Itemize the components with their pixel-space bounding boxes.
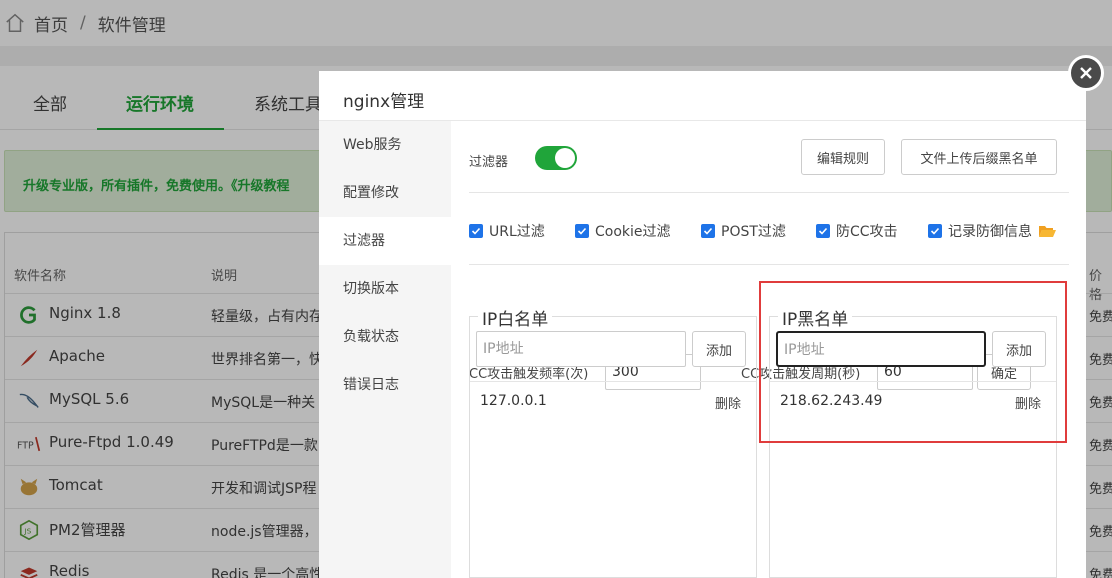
nav-load-status[interactable]: 负载状态	[319, 313, 451, 361]
checkbox-anti-cc[interactable]: 防CC攻击	[816, 221, 898, 241]
checkbox-label: Cookie过滤	[595, 224, 671, 240]
checkbox-post-filter[interactable]: POST过滤	[701, 221, 786, 241]
checkbox-label: 记录防御信息	[948, 224, 1032, 240]
whitelist-ip-entry: 127.0.0.1	[480, 393, 547, 409]
ip-whitelist-group: IP白名单 IP地址 添加 127.0.0.1 删除	[469, 305, 757, 578]
filter-options-row: URL过滤 Cookie过滤 POST过滤 防CC攻击 记录防御信息	[469, 193, 1069, 265]
checkbox-label: 防CC攻击	[836, 224, 898, 240]
dialog-sidebar: Web服务 配置修改 过滤器 切换版本 负载状态 错误日志	[319, 121, 451, 578]
nginx-manage-dialog: nginx管理 Web服务 配置修改 过滤器 切换版本 负载状态 错误日志 过滤…	[319, 71, 1086, 578]
checkbox-url-filter[interactable]: URL过滤	[469, 221, 545, 241]
dialog-title: nginx管理	[343, 92, 425, 112]
nav-switch-version[interactable]: 切换版本	[319, 265, 451, 313]
whitelist-title: IP白名单	[478, 305, 553, 330]
filter-label: 过滤器	[469, 155, 509, 170]
whitelist-delete-link[interactable]: 删除	[715, 393, 741, 412]
close-icon	[1080, 67, 1092, 79]
edit-rules-button[interactable]: 编辑规则	[801, 139, 885, 175]
nav-web-service[interactable]: Web服务	[319, 121, 451, 169]
filter-toggle[interactable]	[535, 146, 577, 170]
annotation-highlight-box	[759, 281, 1067, 443]
checkbox-log-defense[interactable]: 记录防御信息	[928, 221, 1056, 241]
checkbox-checked-icon	[816, 224, 830, 238]
divider	[470, 381, 756, 382]
toggle-knob	[555, 148, 575, 168]
upload-suffix-blacklist-button[interactable]: 文件上传后缀黑名单	[901, 139, 1057, 175]
nav-config-edit[interactable]: 配置修改	[319, 169, 451, 217]
whitelist-ip-input[interactable]: IP地址	[476, 331, 686, 367]
whitelist-add-button[interactable]: 添加	[692, 331, 746, 367]
checkbox-label: POST过滤	[721, 224, 786, 240]
filter-toggle-row: 过滤器 编辑规则 文件上传后缀黑名单	[469, 121, 1069, 193]
dialog-header: nginx管理	[319, 71, 1086, 121]
folder-open-icon[interactable]	[1038, 224, 1056, 238]
nav-error-log[interactable]: 错误日志	[319, 361, 451, 409]
nav-filter[interactable]: 过滤器	[319, 217, 451, 265]
dialog-close-button[interactable]	[1068, 55, 1104, 91]
checkbox-checked-icon	[928, 224, 942, 238]
checkbox-cookie-filter[interactable]: Cookie过滤	[575, 221, 671, 241]
checkbox-label: URL过滤	[489, 224, 545, 240]
checkbox-checked-icon	[575, 224, 589, 238]
checkbox-checked-icon	[469, 224, 483, 238]
checkbox-checked-icon	[701, 224, 715, 238]
